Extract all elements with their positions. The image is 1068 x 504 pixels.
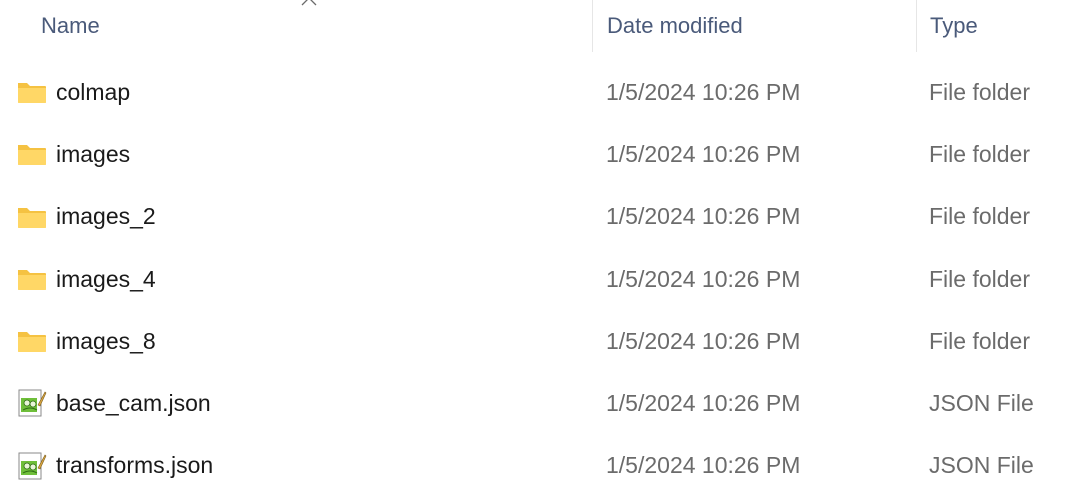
file-row[interactable]: transforms.json 1/5/2024 10:26 PM JSON F… <box>0 435 1068 497</box>
column-header-type-label: Type <box>930 13 978 38</box>
file-date-modified: 1/5/2024 10:26 PM <box>606 78 801 105</box>
file-rows: colmap 1/5/2024 10:26 PM File folder ima… <box>0 61 1068 497</box>
folder-icon <box>17 139 47 169</box>
file-name: base_cam.json <box>56 390 211 417</box>
column-header-name-label: Name <box>41 13 100 38</box>
folder-icon <box>17 326 47 356</box>
file-type: File folder <box>929 203 1030 230</box>
folder-icon <box>17 77 47 107</box>
column-header-date-label: Date modified <box>607 13 743 38</box>
column-header-date-modified[interactable]: Date modified <box>592 0 916 52</box>
file-name: images_8 <box>56 327 156 354</box>
file-type: File folder <box>929 140 1030 167</box>
file-date-modified: 1/5/2024 10:26 PM <box>606 265 801 292</box>
file-name: images_2 <box>56 203 156 230</box>
file-row[interactable]: images_8 1/5/2024 10:26 PM File folder <box>0 310 1068 372</box>
file-row[interactable]: images_4 1/5/2024 10:26 PM File folder <box>0 248 1068 310</box>
file-type: File folder <box>929 265 1030 292</box>
file-name: images_4 <box>56 265 156 292</box>
column-header-name[interactable]: Name <box>0 0 592 52</box>
file-date-modified: 1/5/2024 10:26 PM <box>606 452 801 479</box>
file-type: JSON File <box>929 452 1034 479</box>
file-type: JSON File <box>929 390 1034 417</box>
file-row[interactable]: images 1/5/2024 10:26 PM File folder <box>0 123 1068 185</box>
file-name: colmap <box>56 78 131 105</box>
file-type: File folder <box>929 327 1030 354</box>
file-row[interactable]: colmap 1/5/2024 10:26 PM File folder <box>0 61 1068 123</box>
sort-ascending-icon <box>301 0 317 6</box>
file-type: File folder <box>929 78 1030 105</box>
folder-icon <box>17 202 47 232</box>
file-list-view: Name Date modified Type colmap 1/5/2024 … <box>0 0 1068 504</box>
file-date-modified: 1/5/2024 10:26 PM <box>606 203 801 230</box>
folder-icon <box>17 264 47 294</box>
json-file-icon <box>17 388 47 418</box>
file-date-modified: 1/5/2024 10:26 PM <box>606 390 801 417</box>
file-row[interactable]: base_cam.json 1/5/2024 10:26 PM JSON Fil… <box>0 372 1068 434</box>
file-row[interactable]: images_2 1/5/2024 10:26 PM File folder <box>0 186 1068 248</box>
file-date-modified: 1/5/2024 10:26 PM <box>606 327 801 354</box>
file-name: images <box>56 140 131 167</box>
file-date-modified: 1/5/2024 10:26 PM <box>606 140 801 167</box>
file-name: transforms.json <box>56 452 214 479</box>
column-header-type[interactable]: Type <box>916 0 1068 52</box>
column-header-bar: Name Date modified Type <box>0 0 1068 52</box>
json-file-icon <box>17 451 47 481</box>
